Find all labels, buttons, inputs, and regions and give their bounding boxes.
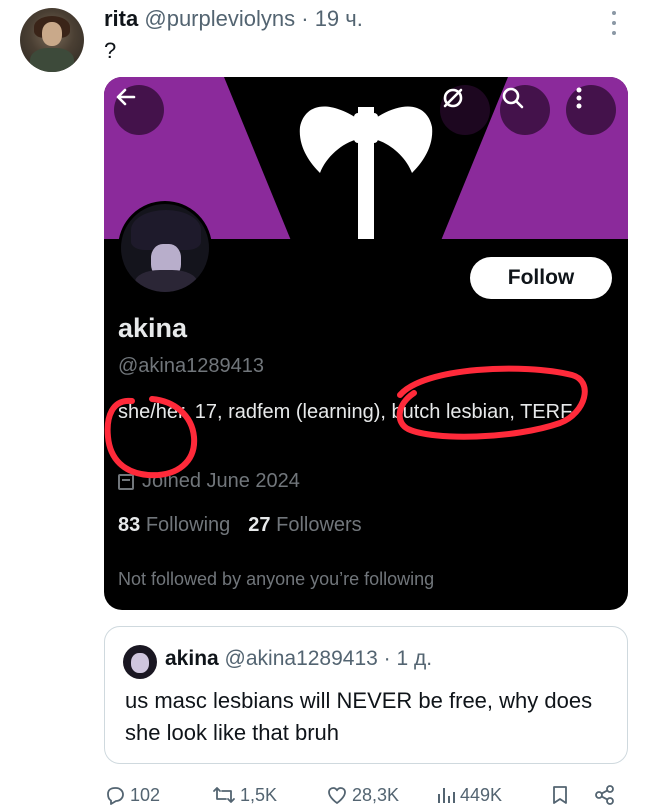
back-button[interactable] bbox=[114, 85, 164, 135]
search-button[interactable] bbox=[500, 85, 550, 135]
mute-button[interactable] bbox=[440, 85, 490, 135]
profile-handle: @akina1289413 bbox=[118, 355, 264, 377]
like-count: 28,3K bbox=[352, 784, 400, 805]
tweet-time[interactable]: 19 ч. bbox=[315, 6, 363, 31]
follow-button[interactable]: Follow bbox=[470, 257, 612, 299]
quoted-avatar bbox=[123, 645, 157, 679]
reply-icon bbox=[107, 787, 124, 805]
tweet-header: rita @purpleviolyns · 19 ч. bbox=[104, 6, 363, 32]
quoted-handle: @akina1289413 bbox=[224, 647, 378, 670]
author-avatar[interactable] bbox=[20, 8, 84, 72]
following-count: 83 bbox=[118, 514, 141, 536]
followers-link[interactable]: 27 Followers bbox=[248, 514, 361, 536]
following-label: Following bbox=[145, 514, 231, 536]
reply-button[interactable]: 102 bbox=[104, 784, 160, 806]
avatar-body bbox=[135, 270, 197, 292]
bookmark-button[interactable] bbox=[550, 784, 570, 806]
profile-bio: she/her, 17, radfem (learning), butch le… bbox=[118, 401, 573, 423]
author-name[interactable]: rita bbox=[104, 6, 138, 31]
share-button[interactable] bbox=[594, 784, 616, 806]
reply-count: 102 bbox=[130, 784, 161, 805]
quoted-time: 1 д. bbox=[396, 647, 433, 670]
views-count: 449K bbox=[460, 784, 503, 805]
attached-image-card[interactable]: Follow akina @akina1289413 she/her, 17, … bbox=[104, 77, 628, 610]
avatar-face bbox=[42, 22, 62, 46]
followers-count: 27 bbox=[248, 514, 271, 536]
views-button[interactable]: 449K bbox=[436, 784, 502, 806]
repost-button[interactable]: 1,5K bbox=[212, 784, 277, 806]
back-arrow-icon bbox=[116, 88, 136, 106]
tweet-text: ? bbox=[104, 38, 117, 63]
more-icon bbox=[576, 87, 582, 109]
header-separator: · bbox=[301, 6, 309, 31]
avatar-body bbox=[30, 48, 74, 72]
quoted-separator: · bbox=[383, 647, 391, 670]
like-icon bbox=[328, 787, 346, 804]
calendar-icon bbox=[118, 473, 134, 490]
followers-label: Followers bbox=[276, 514, 362, 536]
tweet-actions: 102 1,5K 28,3K 449K bbox=[104, 784, 628, 807]
profile-stats: 83 Following 27 Followers bbox=[118, 514, 362, 537]
profile-more-button[interactable] bbox=[566, 85, 616, 135]
tweet-more-icon[interactable] bbox=[604, 8, 624, 38]
author-handle[interactable]: @purpleviolyns bbox=[144, 6, 295, 31]
quoted-name: akina bbox=[165, 647, 219, 670]
repost-icon bbox=[213, 787, 235, 803]
quoted-text: us masc lesbians will NEVER be free, why… bbox=[125, 688, 593, 745]
quoted-tweet[interactable]: akina @akina1289413 · 1 д. us masc lesbi… bbox=[104, 626, 628, 764]
mute-icon bbox=[443, 88, 463, 108]
profile-name: akina bbox=[118, 313, 188, 343]
profile-avatar[interactable] bbox=[118, 201, 212, 295]
share-icon bbox=[595, 785, 614, 805]
profile-joined: Joined June 2024 bbox=[118, 470, 300, 493]
like-button[interactable]: 28,3K bbox=[326, 784, 399, 806]
followed-by-note: Not followed by anyone you’re following bbox=[118, 569, 435, 589]
joined-date: Joined June 2024 bbox=[142, 470, 300, 492]
following-link[interactable]: 83 Following bbox=[118, 514, 230, 536]
repost-count: 1,5K bbox=[240, 784, 278, 805]
bookmark-icon bbox=[553, 786, 567, 804]
search-icon bbox=[502, 87, 524, 109]
views-icon bbox=[438, 788, 455, 803]
quoted-header: akina @akina1289413 · 1 д. bbox=[165, 647, 432, 671]
